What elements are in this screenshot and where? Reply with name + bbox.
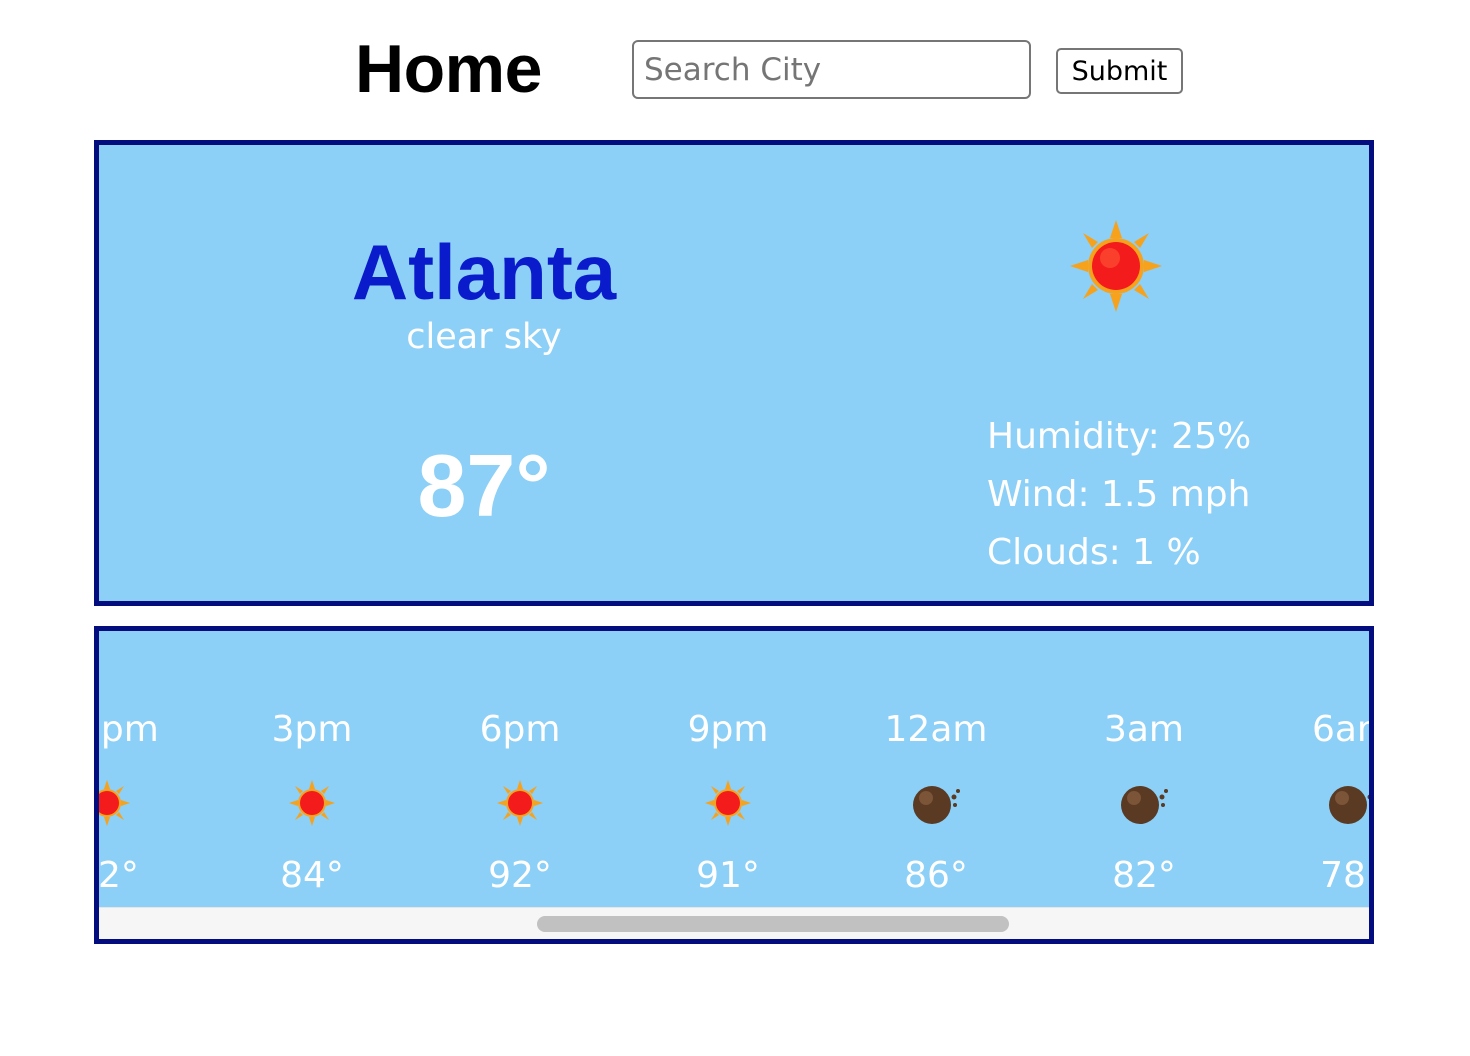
weather-stats: Humidity: 25% Wind: 1.5 mph Clouds: 1 %	[987, 408, 1251, 582]
forecast-item: 6am 78°	[1252, 631, 1369, 907]
forecast-item: 3am 82°	[1044, 631, 1244, 907]
forecast-item: 9pm 91°	[628, 631, 828, 907]
submit-button[interactable]: Submit	[1056, 48, 1183, 94]
horizontal-scrollbar[interactable]	[99, 907, 1369, 939]
wind-text: Wind: 1.5 mph	[987, 474, 1251, 515]
forecast-temp: 78°	[1320, 855, 1369, 896]
forecast-temp: 92°	[488, 855, 552, 896]
header: Home Submit	[0, 0, 1470, 130]
current-weather-card: Atlanta clear sky 87° Humidity: 25% Wind…	[94, 140, 1374, 606]
forecast-strip: 12pm 82° 3pm 84° 6pm 92° 9pm	[99, 631, 1369, 907]
forecast-time: 12am	[884, 709, 988, 750]
moon-icon	[913, 786, 960, 824]
sun-icon	[705, 780, 751, 826]
sun-icon	[497, 780, 543, 826]
forecast-time: 6pm	[479, 709, 561, 750]
forecast-temp: 84°	[280, 855, 344, 896]
moon-icon	[1121, 786, 1168, 824]
scrollbar-thumb[interactable]	[537, 916, 1009, 932]
page-title: Home	[355, 31, 542, 107]
forecast-item: 3pm 84°	[212, 631, 412, 907]
moon-icon	[1329, 786, 1369, 824]
forecast-item: 12pm 82°	[99, 631, 207, 907]
hourly-forecast[interactable]: 12pm 82° 3pm 84° 6pm 92° 9pm	[94, 626, 1374, 944]
city-name: Atlanta	[351, 228, 617, 316]
forecast-time: 3am	[1103, 709, 1185, 750]
forecast-time: 6am	[1311, 709, 1369, 750]
sun-icon	[1070, 220, 1162, 312]
forecast-temp: 82°	[1112, 855, 1176, 896]
forecast-time: 12pm	[99, 709, 159, 750]
current-temperature: 87°	[417, 436, 551, 535]
weather-description: clear sky	[406, 317, 562, 357]
forecast-time: 3pm	[271, 709, 353, 750]
forecast-temp: 86°	[904, 855, 968, 896]
humidity-text: Humidity: 25%	[987, 416, 1252, 457]
forecast-item: 6pm 92°	[420, 631, 620, 907]
clouds-text: Clouds: 1 %	[987, 532, 1201, 573]
forecast-temp: 82°	[99, 855, 139, 896]
search-city-input[interactable]	[632, 40, 1031, 99]
forecast-time: 9pm	[687, 709, 769, 750]
sun-icon	[99, 780, 130, 826]
forecast-item: 12am 86°	[836, 631, 1036, 907]
sun-icon	[289, 780, 335, 826]
forecast-temp: 91°	[696, 855, 760, 896]
